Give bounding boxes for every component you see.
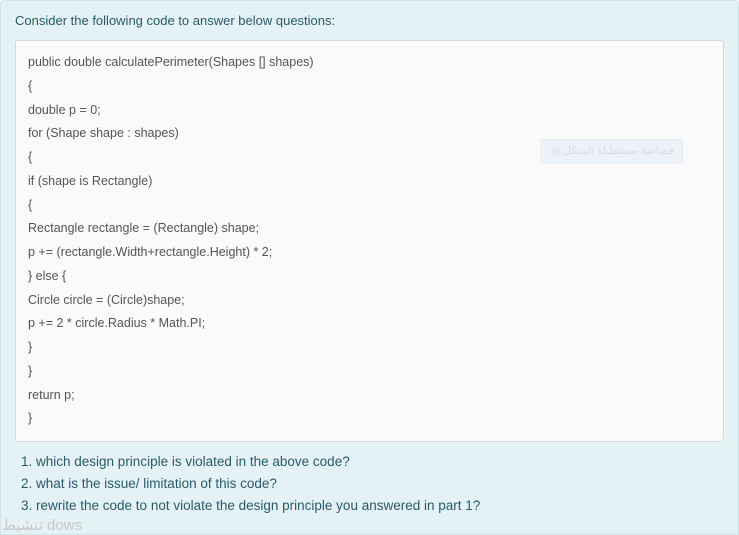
question-panel: Consider the following code to answer be… xyxy=(0,0,739,535)
question-3: 3. rewrite the code to not violate the d… xyxy=(21,496,718,517)
code-line: } xyxy=(28,407,711,431)
snipping-watermark-icon xyxy=(551,147,560,156)
code-line: double p = 0; xyxy=(28,99,711,123)
code-line: if (shape is Rectangle) xyxy=(28,170,711,194)
snipping-watermark: قصاصة مستطيلة الشكل xyxy=(540,139,683,164)
code-line: return p; xyxy=(28,384,711,408)
code-line: Circle circle = (Circle)shape; xyxy=(28,289,711,313)
code-line: public double calculatePerimeter(Shapes … xyxy=(28,51,711,75)
question-list: 1. which design principle is violated in… xyxy=(15,442,724,517)
code-line: } else { xyxy=(28,265,711,289)
windows-activation-watermark: dows تنشيط xyxy=(0,516,82,535)
question-1: 1. which design principle is violated in… xyxy=(21,452,718,473)
snipping-watermark-text: قصاصة مستطيلة الشكل xyxy=(563,145,674,157)
code-line: { xyxy=(28,75,711,99)
code-line: { xyxy=(28,194,711,218)
question-2: 2. what is the issue/ limitation of this… xyxy=(21,474,718,495)
code-line: } xyxy=(28,360,711,384)
code-line: p += 2 * circle.Radius * Math.PI; xyxy=(28,312,711,336)
code-line: } xyxy=(28,336,711,360)
code-line: p += (rectangle.Width+rectangle.Height) … xyxy=(28,241,711,265)
code-line: Rectangle rectangle = (Rectangle) shape; xyxy=(28,217,711,241)
code-block: قصاصة مستطيلة الشكل public double calcul… xyxy=(15,40,724,442)
intro-text: Consider the following code to answer be… xyxy=(15,13,724,28)
